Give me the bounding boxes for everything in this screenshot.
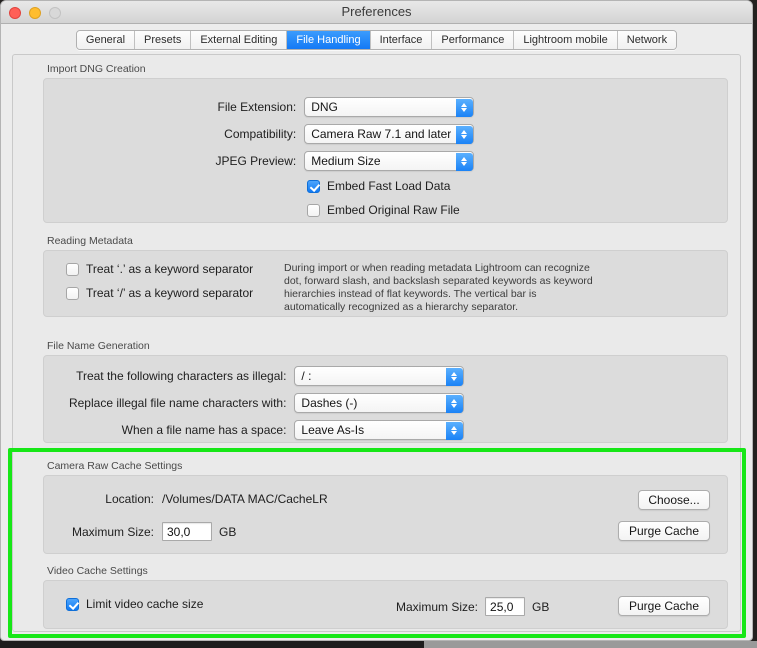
checkbox-slash-keyword-separator[interactable]: Treat ‘/’ as a keyword separator — [66, 286, 253, 300]
select-compatibility[interactable]: Camera Raw 7.1 and later — [304, 124, 474, 144]
row-file-extension: File Extension: DNG — [44, 97, 474, 117]
row-file-name-space: When a file name has a space: Leave As-I… — [44, 420, 464, 440]
label-jpeg-preview: JPEG Preview: — [215, 154, 297, 168]
label-cache-max-size: Maximum Size: — [71, 524, 154, 539]
select-file-name-space-value: Leave As-Is — [301, 423, 365, 437]
preferences-window: Preferences General Presets External Edi… — [0, 0, 753, 641]
label-embed-fast-load-data: Embed Fast Load Data — [327, 179, 451, 193]
checkbox-box-icon — [66, 262, 79, 276]
select-illegal-characters-value: / : — [301, 369, 312, 383]
group-import-dng-creation: Import DNG Creation File Extension: DNG … — [43, 63, 728, 223]
cache-max-size-input[interactable] — [162, 522, 212, 541]
preferences-tab-bar: General Presets External Editing File Ha… — [1, 24, 752, 52]
label-file-extension: File Extension: — [217, 100, 297, 114]
tab-file-handling[interactable]: File Handling — [287, 30, 371, 49]
tab-external-editing[interactable]: External Editing — [191, 30, 288, 49]
label-limit-video-cache-size: Limit video cache size — [86, 597, 204, 611]
tab-network[interactable]: Network — [617, 30, 677, 49]
label-cache-location: Location: — [105, 492, 154, 506]
chevron-updown-icon — [445, 367, 463, 386]
group-reading-metadata: Reading Metadata Treat ‘.’ as a keyword … — [43, 235, 728, 317]
checkbox-limit-video-cache-size[interactable]: Limit video cache size — [66, 597, 203, 611]
select-jpeg-preview-value: Medium Size — [311, 154, 381, 168]
group-body-camera-raw-cache: Location: /Volumes/DATA MAC/CacheLR Choo… — [43, 475, 728, 554]
label-file-name-space: When a file name has a space: — [121, 423, 287, 437]
tab-performance[interactable]: Performance — [432, 30, 515, 49]
label-slash-keyword-separator: Treat ‘/’ as a keyword separator — [86, 286, 254, 300]
tab-group: General Presets External Editing File Ha… — [75, 29, 678, 50]
row-cache-location: Location: /Volumes/DATA MAC/CacheLR — [44, 492, 474, 506]
tab-interface[interactable]: Interface — [370, 30, 433, 49]
select-replace-with[interactable]: Dashes (-) — [294, 393, 464, 413]
row-illegal-characters: Treat the following characters as illega… — [44, 366, 464, 386]
reading-metadata-help-text: During import or when reading metadata L… — [284, 262, 593, 313]
group-body-file-name-generation: Treat the following characters as illega… — [43, 355, 728, 443]
row-compatibility: Compatibility: Camera Raw 7.1 and later — [44, 124, 474, 144]
purge-cache-button-camera-raw[interactable]: Purge Cache — [618, 521, 710, 541]
label-dot-keyword-separator: Treat ‘.’ as a keyword separator — [86, 262, 254, 276]
group-body-video-cache: Limit video cache size Maximum Size: GB … — [43, 580, 728, 629]
window-title: Preferences — [341, 4, 412, 19]
group-label-file-name-generation: File Name Generation — [47, 340, 150, 352]
video-max-size-input[interactable] — [485, 597, 526, 616]
checkbox-box-icon — [307, 203, 320, 217]
select-illegal-characters[interactable]: / : — [294, 366, 464, 386]
group-camera-raw-cache-settings: Camera Raw Cache Settings Location: /Vol… — [43, 460, 728, 554]
checkbox-embed-fast-load-data[interactable]: Embed Fast Load Data — [307, 179, 450, 193]
chevron-updown-icon — [455, 152, 473, 171]
chevron-updown-icon — [445, 394, 463, 413]
checkmark-icon — [307, 179, 320, 193]
value-cache-location: /Volumes/DATA MAC/CacheLR — [162, 492, 328, 506]
select-compatibility-value: Camera Raw 7.1 and later — [311, 127, 452, 141]
window-title-bar: Preferences — [1, 1, 752, 24]
row-replace-with: Replace illegal file name characters wit… — [44, 393, 464, 413]
label-video-max-size: Maximum Size: — [396, 599, 479, 614]
group-label-reading-metadata: Reading Metadata — [47, 235, 133, 247]
tab-lightroom-mobile[interactable]: Lightroom mobile — [514, 30, 618, 49]
desktop-strip-right — [424, 641, 757, 648]
group-body-reading-metadata: Treat ‘.’ as a keyword separator Treat ‘… — [43, 250, 728, 317]
checkmark-icon — [66, 597, 79, 611]
row-jpeg-preview: JPEG Preview: Medium Size — [44, 151, 474, 171]
screen: Preferences General Presets External Edi… — [0, 0, 757, 648]
tab-general[interactable]: General — [76, 30, 136, 49]
select-replace-with-value: Dashes (-) — [301, 396, 358, 410]
checkbox-dot-keyword-separator[interactable]: Treat ‘.’ as a keyword separator — [66, 262, 253, 276]
select-file-extension[interactable]: DNG — [304, 97, 474, 117]
group-file-name-generation: File Name Generation Treat the following… — [43, 340, 728, 443]
tab-presets[interactable]: Presets — [135, 30, 192, 49]
group-video-cache-settings: Video Cache Settings Limit video cache s… — [43, 565, 728, 629]
label-compatibility: Compatibility: — [224, 127, 297, 141]
group-label-video-cache: Video Cache Settings — [47, 565, 148, 577]
label-video-max-size-units: GB — [532, 599, 550, 614]
chevron-updown-icon — [455, 125, 473, 144]
file-handling-panel: Import DNG Creation File Extension: DNG … — [12, 54, 741, 632]
group-label-camera-raw-cache: Camera Raw Cache Settings — [47, 460, 183, 472]
label-cache-max-size-units: GB — [219, 524, 237, 539]
label-embed-original-raw-file: Embed Original Raw File — [327, 203, 460, 217]
choose-button[interactable]: Choose... — [638, 490, 710, 510]
group-label-import-dng: Import DNG Creation — [47, 63, 146, 75]
row-cache-max-size: Maximum Size: GB — [44, 522, 474, 541]
select-file-extension-value: DNG — [311, 100, 338, 114]
select-file-name-space[interactable]: Leave As-Is — [294, 420, 464, 440]
chevron-updown-icon — [445, 421, 463, 440]
checkbox-box-icon — [66, 286, 79, 300]
purge-cache-button-video[interactable]: Purge Cache — [618, 596, 710, 616]
group-body-import-dng: File Extension: DNG Compatibility: Camer… — [43, 78, 728, 223]
select-jpeg-preview[interactable]: Medium Size — [304, 151, 474, 171]
checkbox-embed-original-raw-file[interactable]: Embed Original Raw File — [307, 203, 460, 217]
row-video-max-size: Maximum Size: GB — [396, 597, 549, 616]
label-illegal-characters: Treat the following characters as illega… — [76, 369, 287, 383]
label-replace-illegal-characters: Replace illegal file name characters wit… — [68, 396, 287, 410]
chevron-updown-icon — [455, 98, 473, 117]
